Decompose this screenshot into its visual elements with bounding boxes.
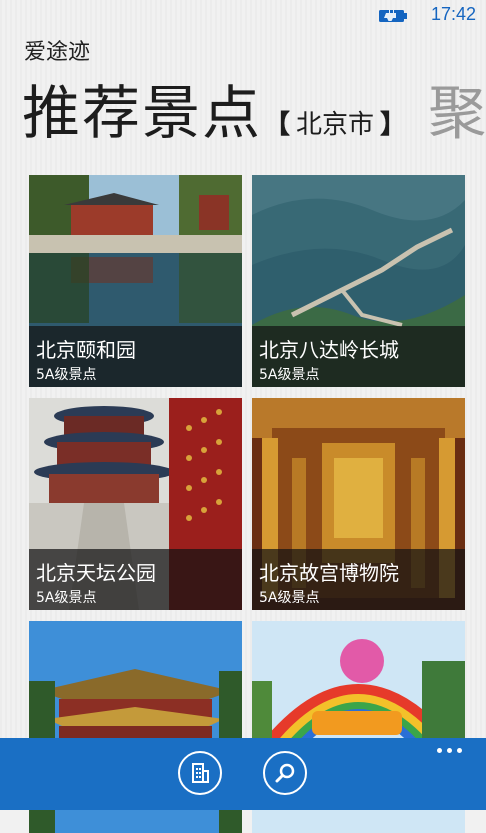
app-title: 爱途迹 <box>24 40 91 65</box>
clock: 17:42 <box>430 4 476 24</box>
city-name: 北京市 <box>296 110 375 140</box>
attractions-button[interactable] <box>178 751 222 795</box>
tile-caption: 北京天坛公园 5A级景点 <box>29 549 242 610</box>
attraction-level: 5A级景点 <box>259 590 320 606</box>
attraction-name: 北京故宫博物院 <box>259 561 399 585</box>
tile-caption: 北京颐和园 5A级景点 <box>29 326 242 387</box>
more-ellipsis-icon[interactable] <box>434 742 464 758</box>
attraction-tile-palace-museum[interactable]: 北京故宫博物院 5A级景点 <box>252 398 465 610</box>
search-button[interactable] <box>263 751 307 795</box>
attraction-level: 5A级景点 <box>36 367 97 383</box>
attraction-name: 北京颐和园 <box>36 338 136 362</box>
bracket-open: 【 <box>264 110 291 140</box>
search-icon <box>275 763 295 783</box>
attraction-level: 5A级景点 <box>36 590 97 606</box>
attraction-tile-summer-palace[interactable]: 北京颐和园 5A级景点 <box>29 175 242 387</box>
tile-caption: 北京八达岭长城 5A级景点 <box>252 326 465 387</box>
app-bar <box>0 738 486 810</box>
attraction-level: 5A级景点 <box>259 367 320 383</box>
pivot-header: 推荐景点 【 北京市 】 聚 <box>22 66 486 150</box>
attraction-tile-temple-of-heaven[interactable]: 北京天坛公园 5A级景点 <box>29 398 242 610</box>
building-icon <box>192 763 209 783</box>
pivot-title-current[interactable]: 推荐景点 <box>22 66 262 150</box>
attraction-name: 北京天坛公园 <box>36 561 156 585</box>
tile-caption: 北京故宫博物院 5A级景点 <box>252 549 465 610</box>
status-bar: 17:42 <box>0 0 486 32</box>
city-selector[interactable]: 【 北京市 】 <box>264 104 406 141</box>
attraction-tile-great-wall[interactable]: 北京八达岭长城 5A级景点 <box>252 175 465 387</box>
pivot-title-next[interactable]: 聚 <box>428 66 486 150</box>
battery-charging-icon <box>379 10 407 22</box>
bracket-close: 】 <box>380 110 407 140</box>
attraction-name: 北京八达岭长城 <box>259 338 399 362</box>
